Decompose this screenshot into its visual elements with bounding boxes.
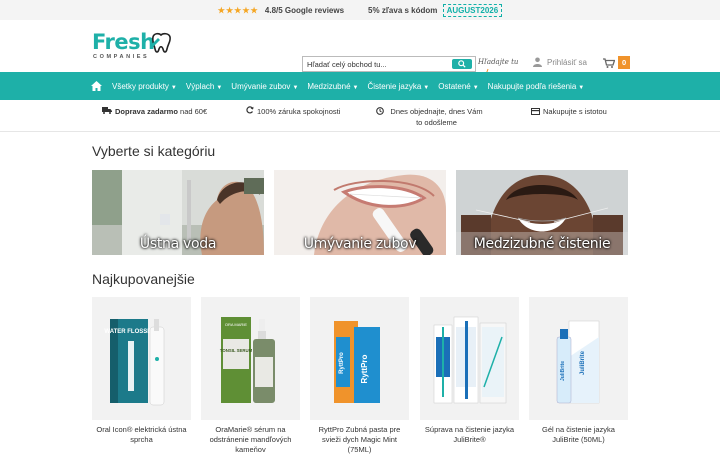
box-text: RyttPro (360, 354, 369, 383)
promo-code[interactable]: AUGUST2026 (442, 3, 503, 17)
logo-text: Fresh (92, 30, 155, 54)
product-name[interactable]: Gél na čistenie jazyka JuliBrite (50ML) (529, 425, 628, 445)
logo-subtitle: COMPANIES (93, 54, 150, 60)
benefit-text: Dnes objednajte, dnes Vám to odošleme (390, 107, 483, 127)
tooth-logo-icon (150, 32, 171, 53)
logo[interactable]: Fresh COMPANIES (92, 30, 174, 64)
benefit-text: 100% záruka spokojnosti (257, 107, 341, 116)
product-image: JuliBrite JuliBrite (529, 297, 628, 420)
chevron-down-icon: ▼ (578, 84, 585, 91)
top-info-bar: ★★★★★ 4.8/5 Google reviews 5% zľava s kó… (0, 0, 720, 20)
product-image: ORA MARIE TONSIL SERUM (201, 297, 300, 420)
category-label: Umývanie zubov (303, 236, 417, 252)
nav-item-interdental[interactable]: Medzizubné ▼ (307, 82, 358, 91)
rating-text: 4.8/5 Google reviews (264, 5, 345, 15)
benefit-text: Nakupujte s istotou (543, 107, 607, 116)
product-card[interactable]: JuliBrite JuliBrite Gél na čistenie jazy… (529, 297, 628, 445)
product-name[interactable]: RyttPro Zubná pasta pre svieži dych Magi… (310, 425, 409, 455)
rating-block: ★★★★★ 4.8/5 Google reviews (218, 6, 344, 15)
rating-stars-icon: ★★★★★ (217, 5, 259, 15)
truck-icon (102, 107, 112, 114)
benefit-text: nad 60€ (177, 107, 208, 116)
search-button[interactable] (452, 59, 472, 69)
tube-brand: RyttPro (339, 352, 345, 374)
product-image: WATER FLOSSER (92, 297, 191, 420)
nav-label: Výplach (185, 81, 215, 91)
credit-card-icon (531, 108, 540, 115)
cart-button[interactable]: 0 (603, 56, 631, 69)
nav-label: Medzizubné (307, 81, 351, 91)
chevron-down-icon: ▼ (423, 84, 430, 91)
refresh-icon (246, 106, 254, 114)
product-card[interactable]: ORA MARIE TONSIL SERUM OraMarie® sérum n… (201, 297, 300, 455)
nav-label: Umývanie zubov (231, 81, 291, 91)
category-label: Ústna voda (139, 236, 217, 252)
nav-label: Všetky produkty (112, 81, 169, 91)
category-label: Medzizubné čistenie (473, 236, 611, 252)
category-mouthwash[interactable]: Ústna voda (92, 170, 264, 255)
promo-text: 5% zľava s kódom (368, 5, 438, 15)
main-nav: Všetky produkty ▼ Výplach ▼ Umývanie zubov… (0, 72, 720, 100)
nav-label: Nakupujte podľa riešenia (487, 81, 577, 91)
box-text: WATER FLOSSER (104, 329, 156, 335)
benefit-free-shipping: Doprava zadarmo nad 60€ (102, 106, 207, 117)
clock-icon (376, 107, 384, 115)
chevron-down-icon: ▼ (352, 84, 359, 91)
tube-brand: JuliBrite (560, 361, 566, 381)
cart-count-badge: 0 (618, 56, 631, 69)
login-link[interactable]: Prihlásiť sa (533, 57, 587, 67)
nav-item-by-solution[interactable]: Nakupujte podľa riešenia ▼ (488, 82, 585, 91)
box-text: TONSIL SERUM (220, 348, 253, 353)
bestsellers-title: Najkupovanejšie (92, 271, 195, 287)
home-icon[interactable] (91, 81, 102, 91)
categories-title: Vyberte si kategóriu (92, 143, 216, 159)
box-text: JuliBrite (580, 350, 586, 375)
product-name[interactable]: OraMarie® sérum na odstránenie mandľovýc… (201, 425, 300, 455)
product-name[interactable]: Oral Icon® elektrická ústna sprcha (92, 425, 191, 445)
chevron-down-icon: ▼ (216, 84, 223, 91)
chevron-down-icon: ▼ (170, 84, 177, 91)
nav-item-all-products[interactable]: Všetky produkty ▼ (112, 82, 177, 91)
nav-item-other[interactable]: Ostatené ▼ (438, 82, 478, 91)
search-bar (302, 56, 476, 72)
benefit-bold: Doprava zadarmo (115, 107, 178, 116)
nav-item-rinse[interactable]: Výplach ▼ (186, 82, 222, 91)
product-card[interactable]: Súprava na čistenie jazyka JuliBrite® (420, 297, 519, 445)
product-image: RyttPro RyttPro (310, 297, 409, 420)
benefits-bar: Doprava zadarmo nad 60€ 100% záruka spok… (0, 104, 720, 132)
login-label: Prihlásiť sa (547, 57, 587, 67)
nav-item-brushing[interactable]: Umývanie zubov ▼ (231, 82, 298, 91)
nav-label: Ostatené (438, 81, 471, 91)
chevron-down-icon: ▼ (292, 84, 299, 91)
benefit-secure: Nakupujte s istotou (531, 106, 607, 117)
box-brand: ORA MARIE (225, 322, 248, 327)
search-hint: Hľadajte tu (478, 58, 519, 66)
user-icon (533, 57, 542, 67)
benefit-guarantee: 100% záruka spokojnosti (246, 106, 340, 117)
nav-item-tongue-cleaning[interactable]: Čistenie jazyka ▼ (367, 82, 429, 91)
product-name[interactable]: Súprava na čistenie jazyka JuliBrite® (420, 425, 519, 445)
cart-icon (603, 57, 615, 68)
category-interdental[interactable]: Medzizubné čistenie (456, 170, 628, 255)
promo-block: 5% zľava s kódom AUGUST2026 (368, 3, 503, 17)
search-input[interactable] (303, 57, 452, 71)
product-image (420, 297, 519, 420)
category-brushing[interactable]: Umývanie zubov (274, 170, 446, 255)
benefit-same-day: Dnes objednajte, dnes Vám to odošleme (376, 106, 486, 128)
product-card[interactable]: RyttPro RyttPro RyttPro Zubná pasta pre … (310, 297, 409, 455)
site-header: Fresh COMPANIES Hľadajte tu Prihlásiť sa… (0, 20, 720, 78)
product-card[interactable]: WATER FLOSSER Oral Icon® elektrická ústn… (92, 297, 191, 445)
nav-label: Čistenie jazyka (367, 81, 422, 91)
chevron-down-icon: ▼ (472, 84, 479, 91)
search-icon (458, 60, 466, 68)
